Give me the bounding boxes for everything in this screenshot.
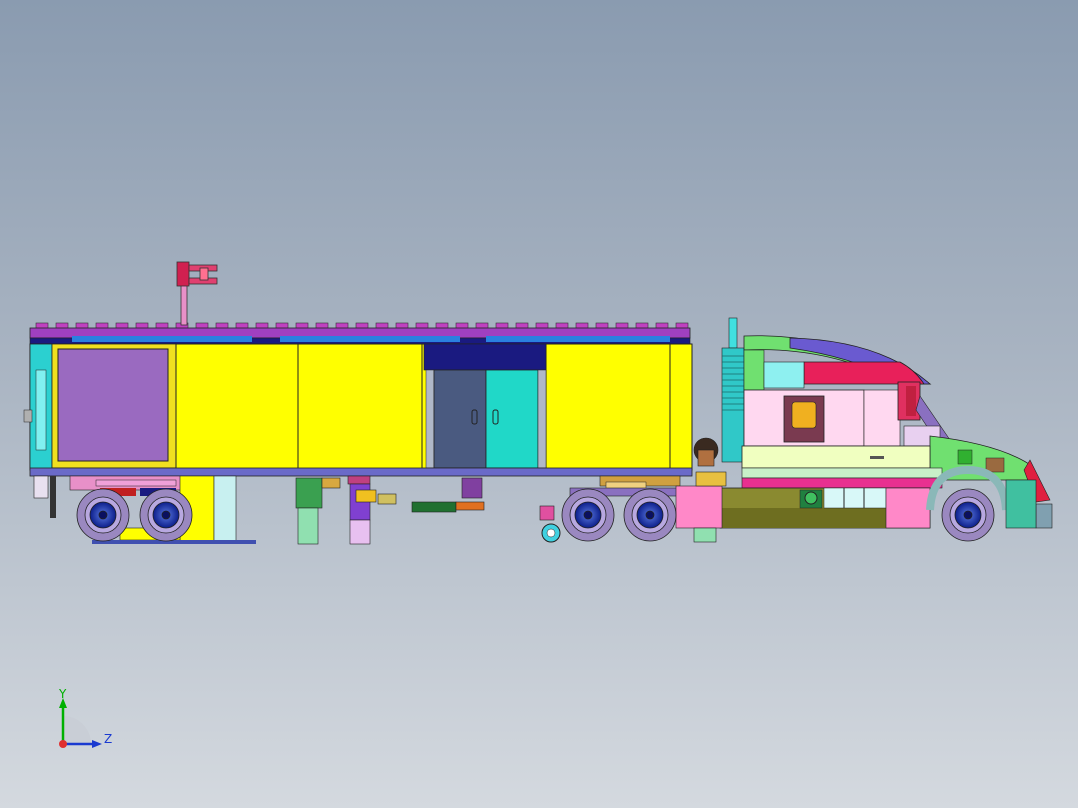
trailer-wheel-1: [76, 488, 130, 542]
tool-hose: [411, 477, 485, 513]
tractor-rear-wheel-1: [561, 488, 615, 542]
cad-viewport[interactable]: Y Z: [0, 0, 1078, 808]
truck-assembly-model[interactable]: [0, 0, 1078, 808]
minifig-green: [295, 477, 341, 545]
tractor-rear-wheel-2: [623, 488, 677, 542]
exhaust-stack: [721, 317, 745, 463]
z-axis-label: Z: [104, 732, 112, 746]
tractor-front-wheel: [941, 488, 995, 542]
minifig-purple: [347, 475, 397, 545]
trailer-flag: [176, 261, 218, 326]
triad-origin: [59, 740, 67, 748]
orientation-triad: Y Z: [58, 687, 112, 748]
trailer-frame: [29, 467, 693, 477]
trailer-door-right: [485, 369, 539, 469]
trailer-door-left: [433, 369, 487, 469]
driver-minifig: [693, 437, 727, 487]
triad-quadrant: [63, 716, 91, 744]
trailer-side-panel: [57, 348, 169, 462]
y-axis-label: Y: [58, 687, 67, 701]
trailer-wheel-2: [139, 488, 193, 542]
